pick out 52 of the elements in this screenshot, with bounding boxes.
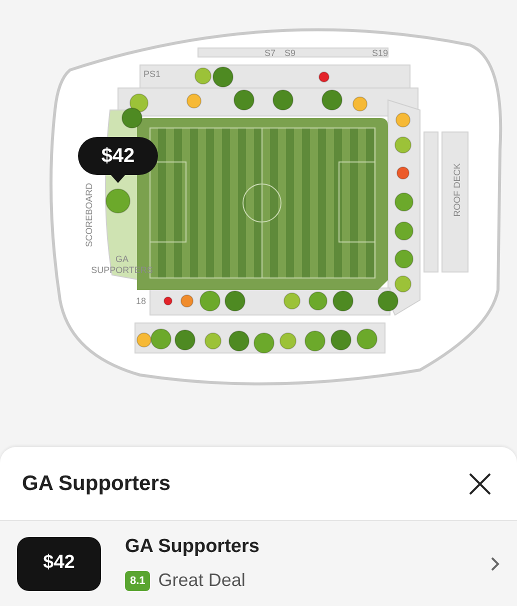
section-marker[interactable] [396,112,410,128]
section-marker[interactable] [234,90,254,110]
section-marker[interactable] [200,290,220,312]
section-marker[interactable] [272,90,294,110]
map-label: S19 [372,48,388,58]
map-label: S7 [264,48,276,58]
section-marker[interactable] [106,188,130,214]
section-marker[interactable] [394,276,412,292]
section-marker[interactable] [322,90,342,110]
map-label: S9 [284,48,296,58]
section-marker[interactable] [280,332,296,350]
sheet-title: GA Supporters [22,470,171,497]
listing-row[interactable]: $42 GA Supporters 8.1 Great Deal [0,521,517,606]
section-marker[interactable] [194,68,212,84]
section-marker[interactable] [394,136,412,154]
section-marker[interactable] [130,94,148,112]
section-marker[interactable] [330,330,352,350]
deal-score: 8.1 [125,570,150,591]
section-marker[interactable] [378,290,398,312]
section-marker[interactable] [304,330,326,352]
deal-rating: Great Deal [158,569,246,592]
section-marker[interactable] [394,250,414,268]
section-marker[interactable] [394,222,414,240]
section-marker[interactable] [352,96,368,112]
section-marker[interactable] [150,328,172,350]
section-marker[interactable] [164,296,172,306]
section-marker[interactable] [122,108,142,128]
section-marker[interactable] [356,328,378,350]
map-label: SUPPORTERS [91,265,153,275]
price-tooltip: $42 [78,137,158,175]
close-icon [468,472,492,496]
section-marker[interactable] [136,332,152,348]
map-label: 18 [136,296,146,306]
section-marker[interactable] [284,292,300,310]
map-label: GA [116,254,128,264]
section-marker[interactable] [204,332,222,350]
price-tag: $42 [17,536,101,590]
section-marker[interactable] [174,330,196,350]
listing-section: GA Supporters [125,532,466,562]
section-marker[interactable] [394,192,414,212]
section-marker[interactable] [212,66,234,88]
section-marker[interactable] [224,290,246,312]
section-marker[interactable] [332,290,354,312]
section-marker[interactable] [254,332,274,354]
map-label: PS1 [144,69,160,79]
section-marker[interactable] [186,94,202,108]
chevron-right-icon [490,556,500,572]
map-label: ROOF DECK [452,163,462,217]
section-marker[interactable] [308,292,328,310]
section-marker[interactable] [228,330,250,352]
map-label: SCOREBOARD [84,183,94,247]
tooltip-pointer-icon [110,174,126,183]
